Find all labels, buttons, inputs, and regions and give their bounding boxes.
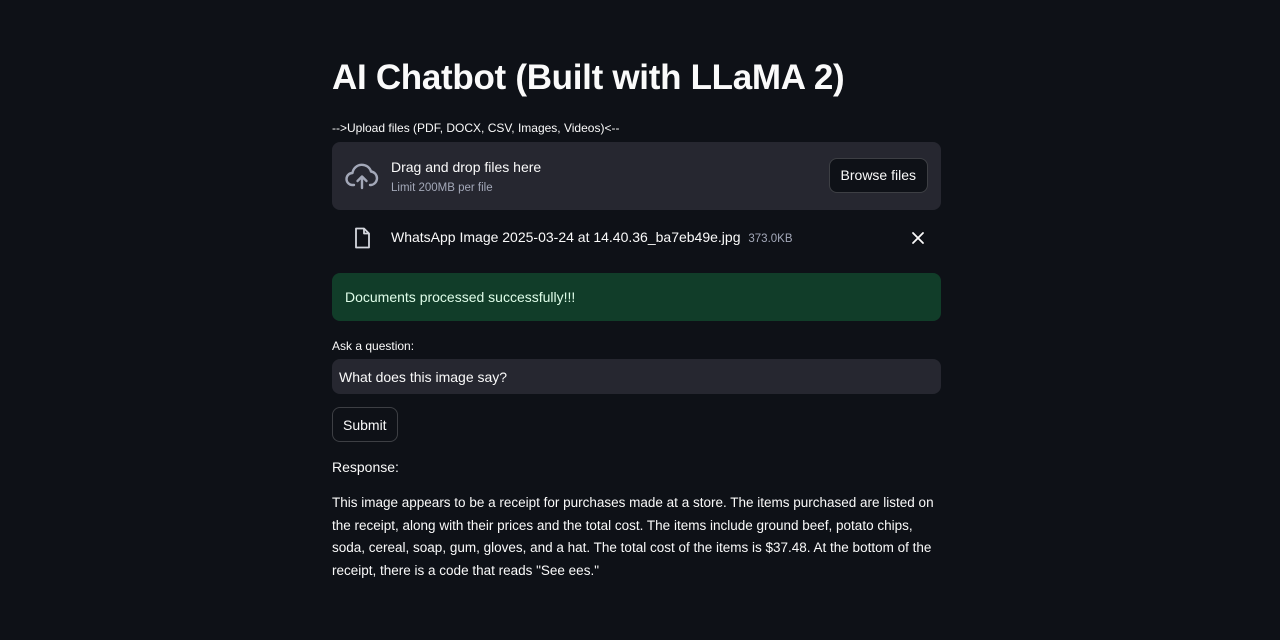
dropzone-title: Drag and drop files here [391, 159, 542, 175]
uploaded-file-row: WhatsApp Image 2025-03-24 at 14.40.36_ba… [332, 222, 941, 254]
upload-label: -->Upload files (PDF, DOCX, CSV, Images,… [332, 121, 620, 135]
response-label: Response: [332, 459, 399, 475]
close-icon[interactable] [909, 229, 927, 247]
question-input[interactable] [332, 359, 941, 394]
file-dropzone[interactable]: Drag and drop files here Limit 200MB per… [332, 142, 941, 210]
file-icon [355, 227, 370, 249]
submit-button[interactable]: Submit [332, 407, 398, 442]
uploaded-file-size: 373.0KB [748, 233, 793, 245]
success-alert: Documents processed successfully!!! [332, 273, 941, 321]
response-text: This image appears to be a receipt for p… [332, 495, 934, 578]
browse-files-button[interactable]: Browse files [828, 158, 928, 193]
question-label: Ask a question: [332, 339, 415, 353]
uploaded-file-name: WhatsApp Image 2025-03-24 at 14.40.36_ba… [391, 229, 741, 245]
uploaded-file-info: WhatsApp Image 2025-03-24 at 14.40.36_ba… [391, 229, 793, 245]
page-title: AI Chatbot (Built with LLaMA 2) [332, 58, 845, 97]
cloud-upload-icon [345, 163, 379, 190]
success-message: Documents processed successfully!!! [345, 289, 576, 305]
dropzone-limit: Limit 200MB per file [391, 182, 493, 194]
